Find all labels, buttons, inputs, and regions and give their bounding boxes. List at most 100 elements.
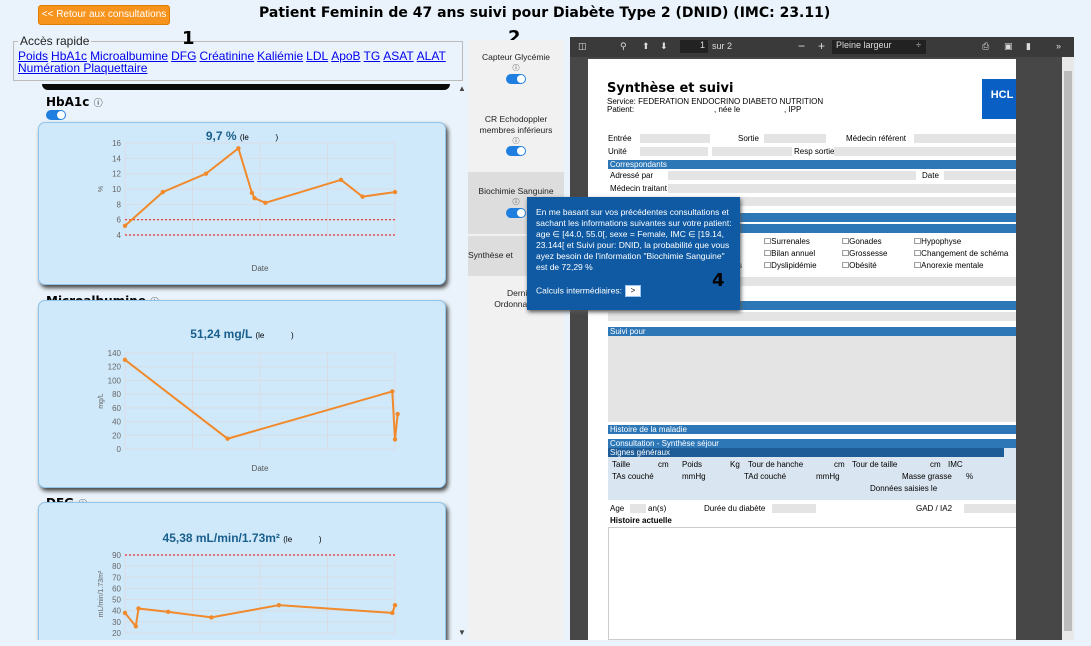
link-alat[interactable]: ALAT — [417, 49, 446, 63]
pdf-scroll-thumb[interactable] — [1064, 71, 1072, 631]
unit-cm-3: cm — [930, 460, 941, 469]
medecin-traitant-field[interactable] — [668, 184, 1016, 193]
item-capteur-glycemie[interactable]: Capteur Glycémie ⓘ — [468, 52, 564, 92]
more-tools-icon[interactable]: » — [1056, 41, 1061, 51]
link-asat[interactable]: ASAT — [383, 49, 413, 63]
label-donnees-saisies: Données saisies le — [870, 484, 938, 493]
doc-ipp: , IPP — [784, 105, 802, 114]
unit-mmhg-2: mmHg — [816, 472, 840, 481]
date-field[interactable] — [944, 171, 1016, 180]
pdf-scrollbar[interactable] — [1062, 57, 1074, 640]
unit-cm-2: cm — [834, 460, 845, 469]
checkbox-dyslipidemie[interactable]: ☐Dyslipidémie — [764, 261, 817, 270]
data-point — [338, 177, 344, 182]
y-tick-label: 70 — [112, 573, 121, 582]
capteur-toggle[interactable] — [506, 74, 526, 84]
medecin-referent-field[interactable] — [914, 134, 1016, 143]
zoom-in-button[interactable]: + — [818, 39, 825, 53]
entree-field[interactable] — [640, 134, 710, 143]
adresse-par-field[interactable] — [668, 171, 916, 180]
label-tour-taille: Tour de taille — [852, 460, 898, 469]
unite-field-2[interactable] — [712, 147, 792, 156]
link-kaliemie[interactable]: Kaliémie — [257, 49, 303, 63]
duree-field[interactable] — [772, 504, 816, 513]
unit-percent: % — [966, 472, 974, 481]
item-cr-echodoppler[interactable]: CR Echodoppler membres inférieurs ⓘ — [468, 114, 564, 162]
zoom-select[interactable]: Pleine largeur ÷ — [832, 40, 926, 54]
y-tick-label: 30 — [112, 618, 121, 627]
y-tick-label: 20 — [112, 431, 121, 440]
age-field[interactable] — [630, 504, 646, 513]
label-medecin-referent: Médecin référent — [846, 134, 907, 143]
resp-sortie-field[interactable] — [834, 147, 1016, 156]
data-point — [390, 610, 395, 616]
unite-field[interactable] — [640, 147, 708, 156]
label-histoire-actuelle: Histoire actuelle — [610, 516, 672, 525]
y-tick-label: 6 — [117, 216, 122, 225]
biochimie-toggle[interactable] — [506, 208, 526, 218]
suivi-pour-box[interactable] — [608, 336, 1016, 422]
marker-1: 1 — [182, 28, 195, 49]
y-axis-label: mg/L — [98, 393, 105, 409]
link-creatinine[interactable]: Créatinine — [199, 49, 254, 63]
link-tg[interactable]: TG — [364, 49, 381, 63]
echodoppler-toggle[interactable] — [506, 146, 526, 156]
search-icon[interactable]: ⚲ — [620, 41, 627, 52]
info-icon[interactable]: ⓘ — [94, 99, 103, 109]
data-point — [136, 606, 141, 611]
field-row-2[interactable] — [608, 312, 1016, 321]
doc-title: Synthèse et suivi — [607, 81, 734, 96]
link-numeration-plaquettaire[interactable]: Numération Plaquettaire — [18, 61, 147, 75]
checkbox-surrenales[interactable]: ☐Surrenales — [764, 237, 810, 246]
histoire-actuelle-box[interactable] — [608, 527, 1016, 640]
data-point — [390, 389, 395, 394]
print-icon[interactable]: ⎙ — [982, 41, 989, 52]
pdf-toolbar: ◫ ⚲ ⬆ ⬇ 1 sur 2 − + Pleine largeur ÷ ⎙ ▣ … — [570, 37, 1074, 57]
bookmark-icon[interactable]: ▮ — [1026, 41, 1031, 52]
label-sortie: Sortie — [738, 134, 759, 143]
checkbox-hypophyse[interactable]: ☐Hypophyse — [914, 237, 961, 246]
scroll-down-icon[interactable]: ▼ — [458, 628, 466, 637]
signes-generaux-box: Signes généraux Taille cm Poids Kg Tour … — [608, 448, 1016, 500]
sortie-field[interactable] — [764, 134, 826, 143]
back-to-consultations-button[interactable]: << Retour aux consultations — [38, 5, 170, 25]
link-ldl[interactable]: LDL — [306, 49, 328, 63]
y-tick-label: 40 — [112, 418, 121, 427]
label-date: Date — [922, 171, 939, 180]
left-panel-scrollbar[interactable]: ▲ ▼ — [456, 84, 468, 640]
scroll-up-icon[interactable]: ▲ — [458, 84, 466, 93]
label-tour-hanche: Tour de hanche — [748, 460, 804, 469]
label-masse-grasse: Masse grasse — [902, 472, 952, 481]
info-icon[interactable]: ⓘ — [468, 63, 564, 74]
calc-button[interactable]: > — [624, 285, 641, 297]
data-point — [160, 189, 165, 195]
prev-page-icon[interactable]: ⬆ — [642, 41, 650, 52]
item-label: Biochimie Sanguine — [478, 186, 554, 196]
data-point — [203, 171, 209, 176]
section-signes: Signes généraux — [608, 448, 1004, 457]
link-apob[interactable]: ApoB — [331, 49, 360, 63]
checkbox-grossesse[interactable]: ☐Grossesse — [842, 249, 887, 258]
label-entree: Entrée — [608, 134, 632, 143]
item-label: Capteur Glycémie — [481, 52, 551, 62]
checkbox-obesite[interactable]: ☐Obésité — [842, 261, 877, 270]
section-suivi-pour: Suivi pour — [608, 327, 1016, 336]
zoom-out-button[interactable]: − — [798, 39, 805, 53]
checkbox-bilan-annuel[interactable]: ☐Bilan annuel — [764, 249, 815, 258]
marker-4: 4 — [712, 270, 725, 291]
y-tick-label: 12 — [112, 170, 121, 179]
label-age: Age — [610, 504, 625, 513]
sidebar-toggle-icon[interactable]: ◫ — [578, 41, 587, 52]
checkbox-gonades[interactable]: ☐Gonades — [842, 237, 882, 246]
checkbox-anorexie[interactable]: ☐Anorexie mentale — [914, 261, 983, 270]
link-dfg[interactable]: DFG — [171, 49, 196, 63]
next-page-icon[interactable]: ⬇ — [660, 41, 668, 52]
y-tick-label: 60 — [112, 404, 121, 413]
top-bar: << Retour aux consultations Patient Femi… — [0, 0, 1091, 28]
hba1c-toggle[interactable] — [46, 110, 66, 120]
page-number-input[interactable]: 1 — [680, 40, 708, 53]
zoom-value: Pleine largeur — [836, 40, 892, 50]
download-icon[interactable]: ▣ — [1004, 41, 1013, 52]
gad-field[interactable] — [964, 504, 1016, 513]
checkbox-changement-schema[interactable]: ☐Changement de schéma — [914, 249, 1008, 258]
